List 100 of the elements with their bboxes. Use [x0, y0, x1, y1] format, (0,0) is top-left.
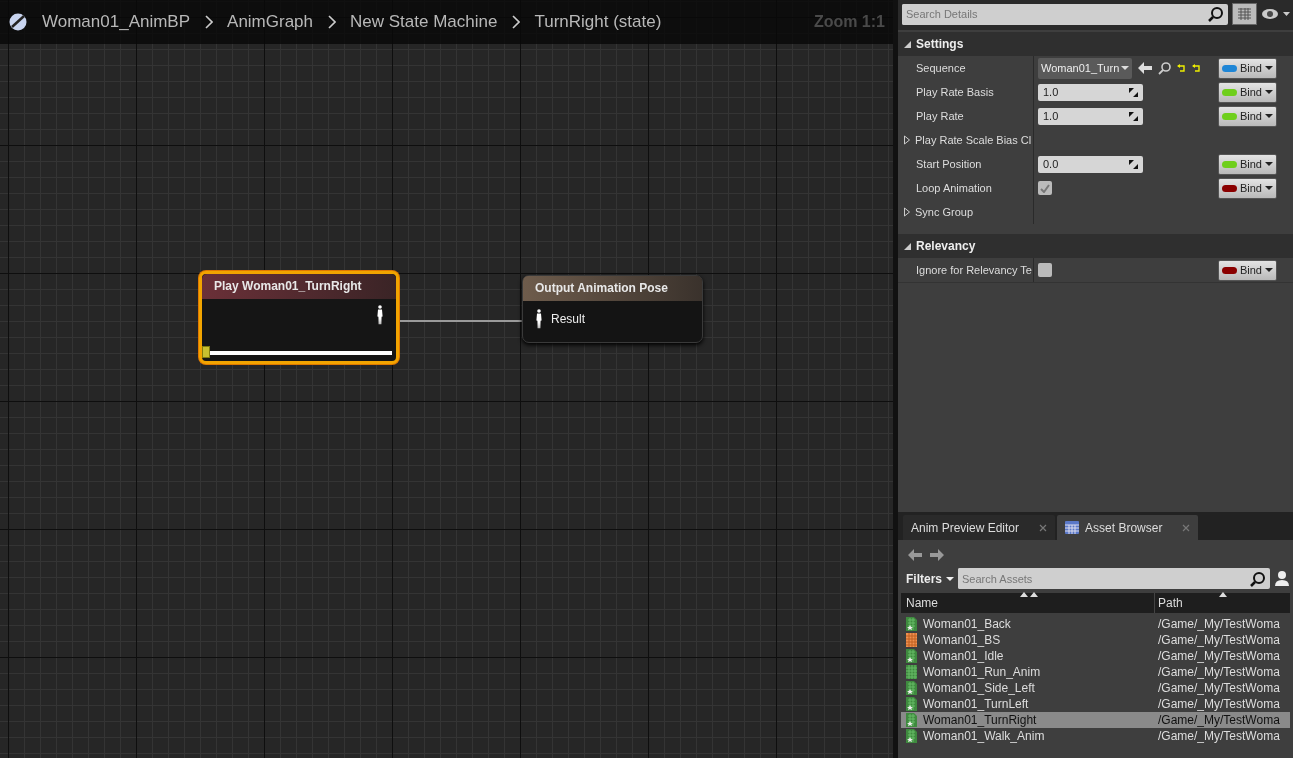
asset-name: Woman01_Idle	[923, 648, 1004, 665]
expand-triangle-icon[interactable]	[903, 207, 911, 217]
bind-button[interactable]: Bind	[1218, 57, 1277, 79]
animation-sequence-icon	[906, 713, 917, 727]
asset-row[interactable]: Woman01_Run_Anim /Game/_My/TestWoma	[901, 664, 1290, 680]
back-arrow-icon[interactable]	[908, 549, 922, 561]
asset-row[interactable]: Woman01_BS /Game/_My/TestWoma	[901, 632, 1290, 648]
asset-name: Woman01_Walk_Anim	[923, 728, 1045, 745]
progress-thumb[interactable]	[202, 346, 210, 358]
play-node[interactable]: Play Woman01_TurnRight	[199, 271, 399, 364]
bind-button[interactable]: Bind	[1218, 177, 1277, 199]
asset-path: /Game/_My/TestWoma	[1158, 633, 1280, 647]
checkbox[interactable]	[1038, 263, 1052, 277]
property-label: Start Position	[916, 156, 982, 172]
blend-space-icon	[906, 633, 917, 647]
user-icon[interactable]	[1274, 570, 1290, 587]
caret-icon	[946, 575, 954, 582]
checkbox[interactable]	[1038, 181, 1052, 195]
forward-arrow-icon[interactable]	[930, 549, 944, 561]
figure-pin-icon[interactable]	[376, 305, 384, 325]
caret-icon	[1265, 89, 1273, 95]
search-icon	[1250, 570, 1266, 587]
pin-label: Result	[551, 311, 585, 328]
animation-sequence-icon	[906, 617, 917, 631]
caret-icon	[1265, 185, 1273, 191]
animation-sequence-icon	[906, 681, 917, 695]
breadcrumb-item[interactable]: AnimGraph	[227, 9, 314, 35]
asset-path: /Game/_My/TestWoma	[1158, 729, 1280, 743]
chevron-right-icon	[511, 15, 521, 29]
output-node[interactable]: Output Animation Pose Result	[522, 275, 703, 343]
search-icon[interactable]	[1158, 61, 1172, 75]
caret-icon	[1265, 267, 1273, 273]
drag-handle-icon	[1129, 87, 1138, 97]
asset-row[interactable]: Woman01_Walk_Anim /Game/_My/TestWoma	[901, 728, 1290, 744]
asset-row[interactable]: Woman01_TurnLeft /Game/_My/TestWoma	[901, 696, 1290, 712]
caret-icon	[1121, 65, 1130, 71]
bind-button[interactable]: Bind	[1218, 259, 1277, 281]
node-title: Output Animation Pose	[523, 276, 702, 301]
asset-name: Woman01_Back	[923, 616, 1011, 633]
asset-dropdown[interactable]: Woman01_Turn	[1038, 57, 1133, 79]
close-icon[interactable]	[1182, 523, 1191, 532]
property-label: Play Rate Scale Bias Cl	[915, 132, 1032, 148]
asset-name: Woman01_TurnLeft	[923, 696, 1029, 713]
asset-row[interactable]: Woman01_TurnRight /Game/_My/TestWoma	[901, 712, 1290, 728]
number-field[interactable]: 0.0	[1038, 155, 1143, 173]
breadcrumb-item[interactable]: TurnRight (state)	[534, 9, 662, 35]
grid-view-button[interactable]	[1232, 3, 1257, 25]
chevron-right-icon	[204, 15, 214, 29]
asset-name: Woman01_Run_Anim	[923, 664, 1041, 681]
grid-icon	[1065, 521, 1080, 534]
drag-handle-icon	[1129, 111, 1138, 121]
node-title: Play Woman01_TurnRight	[202, 274, 396, 299]
asset-path: /Game/_My/TestWoma	[1158, 697, 1280, 711]
eye-icon[interactable]	[1261, 7, 1291, 21]
property-label: Play Rate Basis	[916, 84, 994, 100]
filters-button[interactable]: Filters	[906, 569, 954, 588]
animation-grid-icon	[906, 665, 917, 679]
section-header[interactable]: Settings	[898, 32, 1293, 56]
breadcrumb-item[interactable]: Woman01_AnimBP	[42, 9, 191, 35]
chevron-right-icon	[327, 15, 337, 29]
bind-button[interactable]: Bind	[1218, 81, 1277, 103]
asset-name: Woman01_TurnRight	[923, 712, 1037, 729]
check-icon	[1040, 183, 1050, 193]
animation-sequence-icon	[906, 697, 917, 711]
caret-icon	[1265, 65, 1273, 71]
list-icon	[1238, 8, 1251, 20]
left-arrow-icon[interactable]	[1138, 62, 1153, 74]
caret-icon	[1265, 113, 1273, 119]
asset-path: /Game/_My/TestWoma	[1158, 649, 1280, 663]
drag-handle-icon	[1129, 159, 1138, 169]
asset-row[interactable]: Woman01_Idle /Game/_My/TestWoma	[901, 648, 1290, 664]
bind-button[interactable]: Bind	[1218, 105, 1277, 127]
animation-sequence-icon	[906, 729, 917, 743]
sort-icon	[1020, 592, 1038, 597]
asset-path: /Game/_My/TestWoma	[1158, 617, 1280, 631]
panel-tab[interactable]: Asset Browser	[1057, 515, 1199, 540]
section-header[interactable]: Relevancy	[898, 234, 1293, 258]
search-icon	[1208, 6, 1224, 22]
number-field[interactable]: 1.0	[1038, 83, 1143, 101]
property-label: Sync Group	[915, 204, 974, 220]
property-label: Play Rate	[916, 108, 964, 124]
sort-icon	[1219, 592, 1227, 597]
caret-icon	[1265, 161, 1273, 167]
asset-name: Woman01_BS	[923, 632, 1001, 649]
property-label: Loop Animation	[916, 180, 992, 196]
asset-path: /Game/_My/TestWoma	[1158, 681, 1280, 695]
breadcrumb-item[interactable]: New State Machine	[350, 9, 498, 35]
column-header[interactable]: Path	[1155, 594, 1290, 612]
asset-row[interactable]: Woman01_Back /Game/_My/TestWoma	[901, 616, 1290, 632]
figure-pin-icon[interactable]	[535, 309, 543, 329]
bind-button[interactable]: Bind	[1218, 153, 1277, 175]
property-label: Ignore for Relevancy Te	[916, 262, 1032, 278]
number-field[interactable]: 1.0	[1038, 107, 1143, 125]
property-label: Sequence	[916, 60, 966, 76]
close-icon[interactable]	[1039, 523, 1048, 532]
panel-tab[interactable]: Anim Preview Editor	[903, 515, 1056, 540]
asset-name: Woman01_Side_Left	[923, 680, 1035, 697]
zoom-label: Zoom 1:1	[813, 12, 885, 32]
asset-row[interactable]: Woman01_Side_Left /Game/_My/TestWoma	[901, 680, 1290, 696]
expand-triangle-icon[interactable]	[903, 135, 911, 145]
